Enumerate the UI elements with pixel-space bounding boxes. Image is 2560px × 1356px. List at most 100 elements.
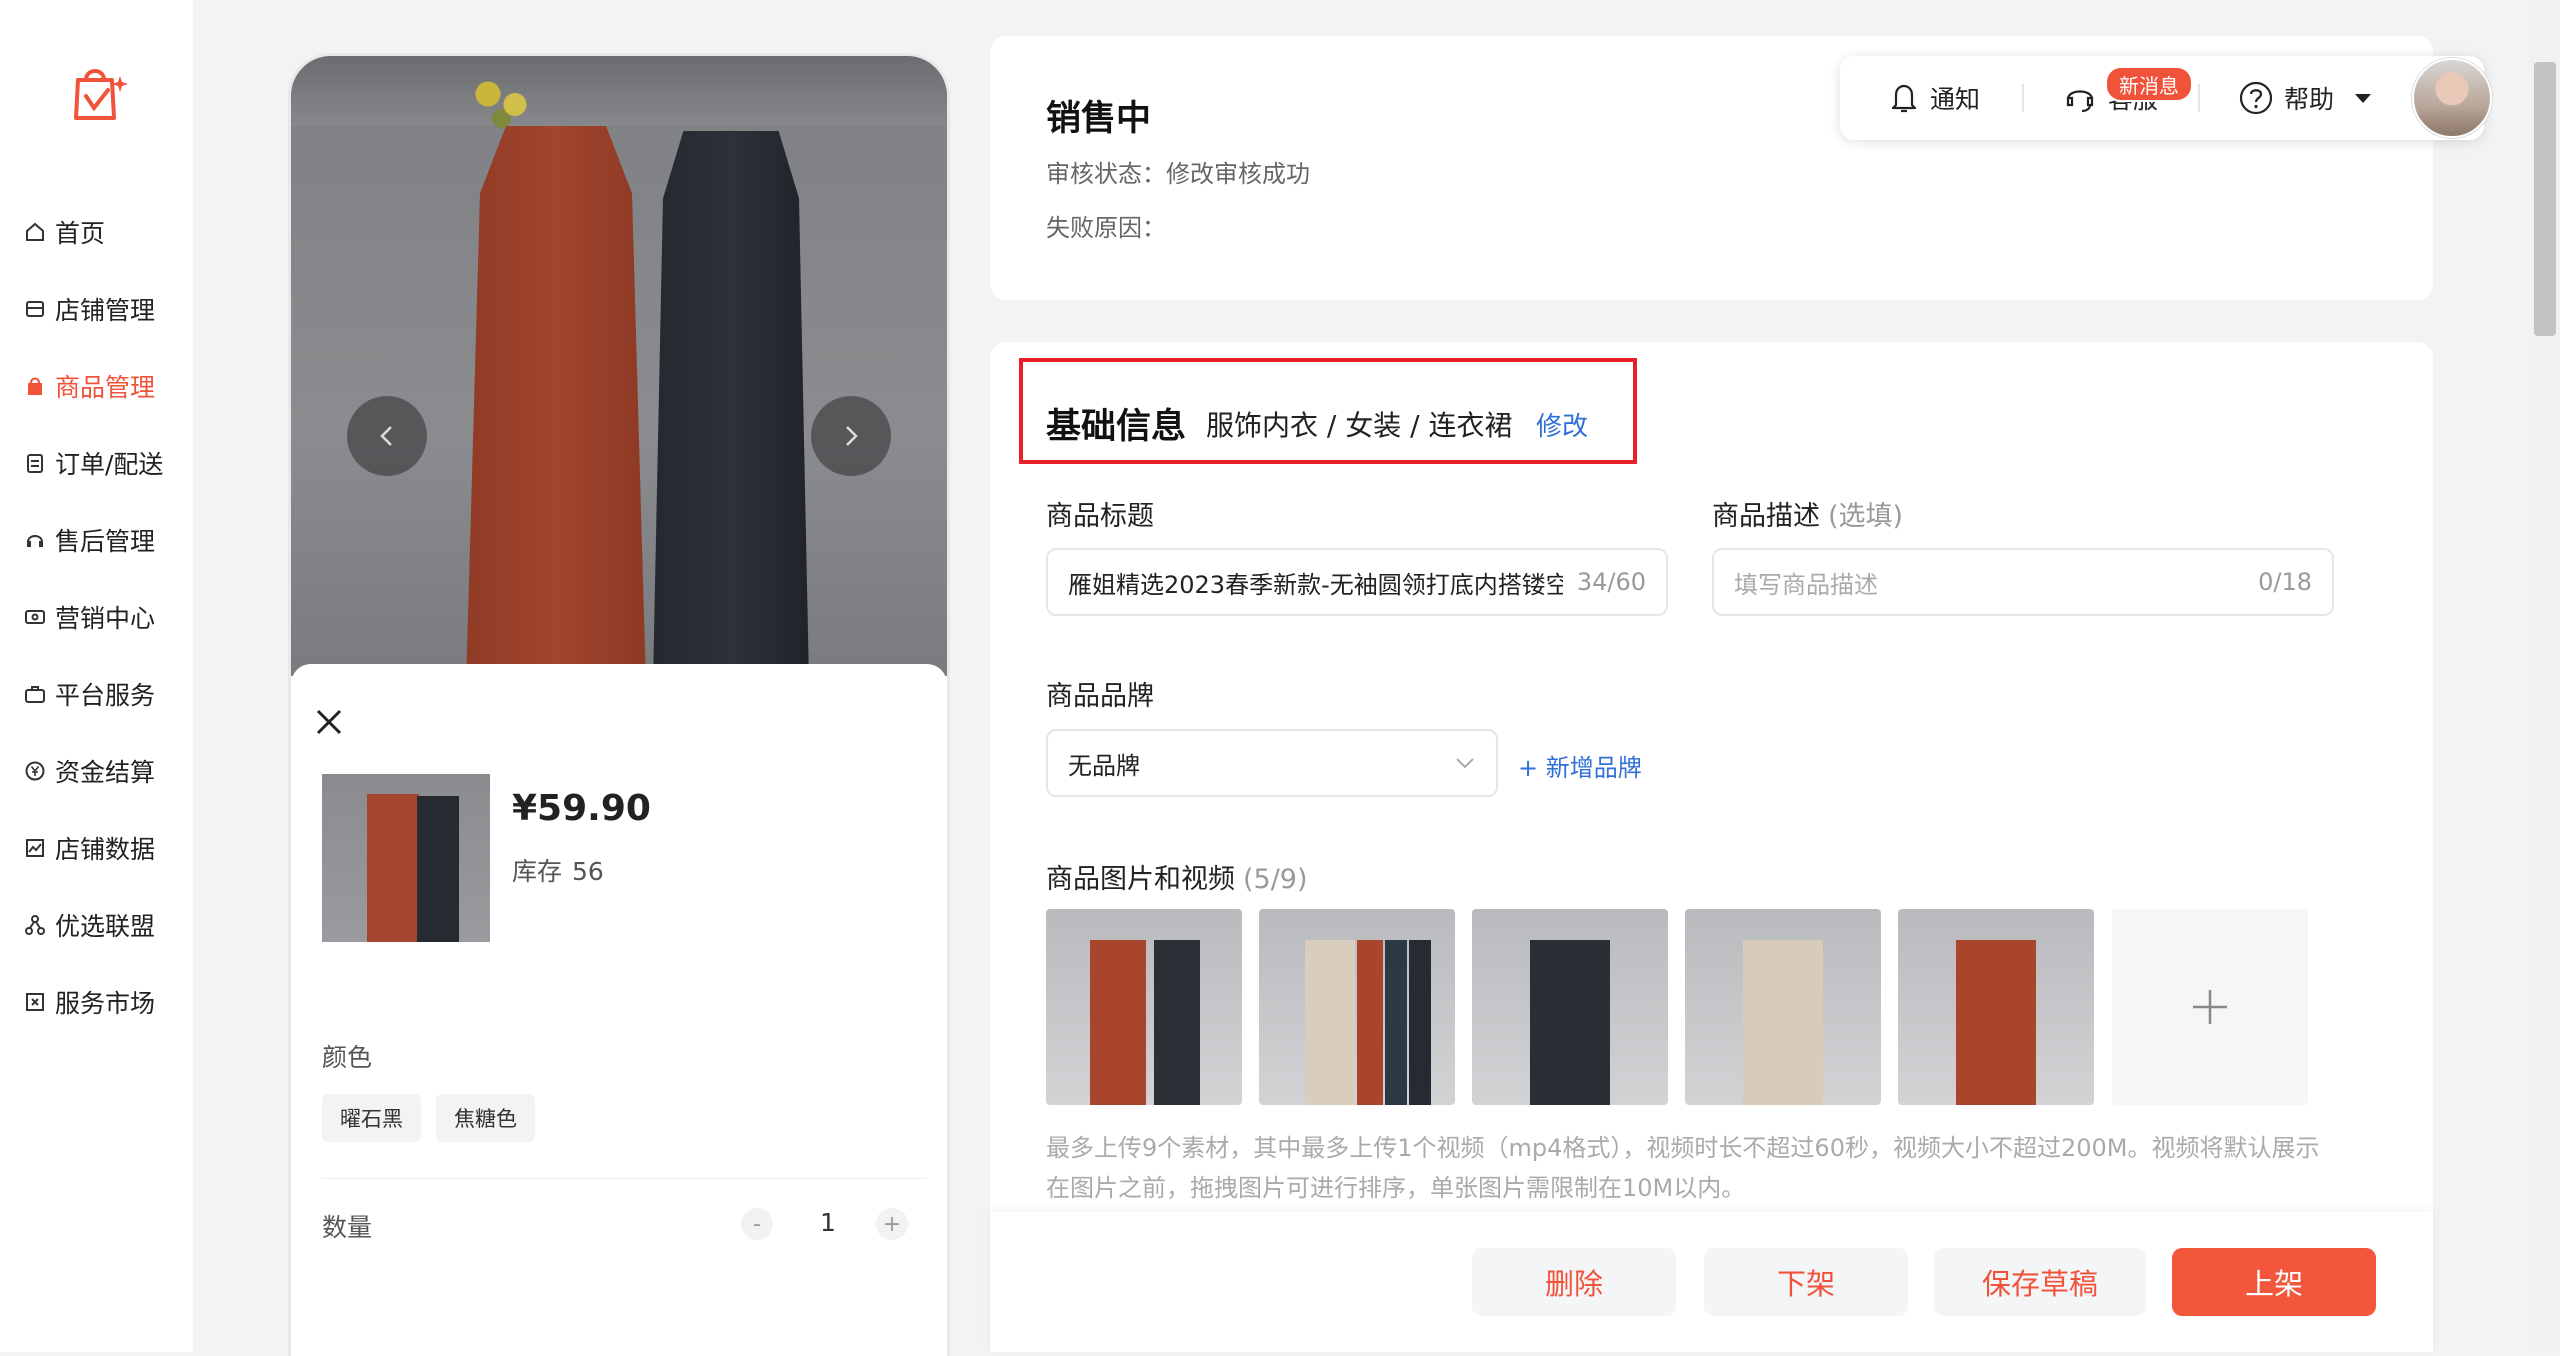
help-button[interactable]: 帮助 [2238, 56, 2384, 140]
unlist-button[interactable]: 下架 [1704, 1248, 1908, 1316]
product-photo-1[interactable] [1046, 909, 1242, 1105]
sidebar-item-label: 优选联盟 [55, 911, 156, 941]
notify-label: 通知 [1930, 85, 1981, 114]
sidebar-item-aftersale[interactable]: 售后管理 [0, 501, 193, 578]
sidebar-item-market[interactable]: 服务市场 [0, 963, 193, 1040]
sidebar-item-alliance[interactable]: 优选联盟 [0, 886, 193, 963]
sidebar-item-marketing[interactable]: 营销中心 [0, 578, 193, 655]
quantity-minus-button[interactable]: - [741, 1208, 773, 1240]
sku-stock: 库存 56 [512, 852, 604, 888]
sidebar-nav: 首页 店铺管理 商品管理 订单/配送 售后管理 营销中心 平台服务 资金结算 店… [0, 193, 193, 1040]
coupon-icon [24, 606, 46, 628]
edit-category-link[interactable]: 修改 [1536, 406, 1588, 443]
media-upload-hint: 最多上传9个素材，其中最多上传1个视频（mp4格式），视频时长不超过60秒，视频… [1046, 1134, 2320, 1202]
product-title-value: 雁姐精选2023春季新款-无袖圆领打底内搭镂空 [1068, 570, 1563, 599]
notify-button[interactable]: 通知 [1888, 56, 1980, 140]
mobile-preview: ¥59.90 库存 56 颜色 曜石黑 焦糖色 数量 - 1 + [291, 56, 947, 1356]
section-title: 基础信息 [1046, 407, 1187, 447]
plus-icon [2193, 990, 2227, 1024]
help-icon [2239, 81, 2273, 115]
store-icon [24, 298, 46, 320]
headset-icon [24, 529, 46, 551]
product-photo-5[interactable] [1898, 909, 2094, 1105]
chevron-right-icon [846, 426, 858, 446]
chevron-down-icon [1456, 758, 1474, 769]
sidebar-item-label: 平台服务 [55, 680, 156, 710]
sku-sheet: ¥59.90 库存 56 颜色 曜石黑 焦糖色 数量 - 1 + [291, 664, 947, 1356]
sidebar-item-home[interactable]: 首页 [0, 193, 193, 270]
home-icon [24, 221, 46, 243]
headset-icon [2066, 90, 2094, 113]
brand-value: 无品牌 [1068, 751, 1140, 780]
description-input[interactable]: 填写商品描述 0/18 [1712, 548, 2334, 616]
bag-icon [24, 375, 46, 397]
scrollbar-thumb[interactable] [2534, 62, 2556, 336]
sidebar-item-products[interactable]: 商品管理 [0, 347, 193, 424]
sidebar-item-label: 店铺数据 [55, 834, 156, 864]
product-photo-3[interactable] [1472, 909, 1668, 1105]
order-icon [24, 452, 46, 474]
brand-select[interactable]: 无品牌 [1046, 729, 1498, 797]
media-count: (5/9) [1243, 864, 1308, 895]
description-label: 商品描述 (选填) [1712, 501, 1904, 532]
save-draft-button[interactable]: 保存草稿 [1934, 1248, 2146, 1316]
brand-label: 商品品牌 [1046, 681, 1154, 712]
category-breadcrumb: 服饰内衣 / 女装 / 连衣裙 [1206, 409, 1513, 442]
flower-decoration [461, 66, 551, 136]
sidebar: 首页 店铺管理 商品管理 订单/配送 售后管理 营销中心 平台服务 资金结算 店… [0, 0, 193, 1352]
product-title-label: 商品标题 [1046, 501, 1154, 532]
bell-icon [1891, 84, 1917, 113]
next-image-button[interactable] [811, 396, 891, 476]
sidebar-item-orders[interactable]: 订单/配送 [0, 424, 193, 501]
product-photo-2[interactable] [1259, 909, 1455, 1105]
red-dress-image [466, 126, 646, 686]
sidebar-item-label: 订单/配送 [55, 449, 164, 479]
chart-icon [24, 837, 46, 859]
help-label: 帮助 [2284, 85, 2335, 114]
market-icon [24, 991, 46, 1013]
sku-thumbnail [322, 774, 490, 942]
description-count: 0/18 [2258, 568, 2312, 596]
product-main-image [291, 56, 947, 691]
delete-button[interactable]: 删除 [1472, 1248, 1676, 1316]
optional-hint: (选填) [1828, 501, 1904, 532]
sidebar-item-label: 店铺管理 [55, 295, 156, 325]
briefcase-icon [24, 683, 46, 705]
audit-status: 审核状态：修改审核成功 [1046, 160, 1310, 188]
sidebar-item-label: 商品管理 [55, 372, 156, 402]
sidebar-item-settlement[interactable]: 资金结算 [0, 732, 193, 809]
product-photo-4[interactable] [1685, 909, 1881, 1105]
sidebar-item-label: 售后管理 [55, 526, 156, 556]
quantity-label: 数量 [322, 1213, 373, 1242]
close-icon[interactable] [313, 706, 345, 738]
quantity-plus-button[interactable]: + [876, 1208, 908, 1240]
sidebar-item-data[interactable]: 店铺数据 [0, 809, 193, 886]
list-button[interactable]: 上架 [2172, 1248, 2376, 1316]
sidebar-item-label: 营销中心 [55, 603, 156, 633]
media-label: 商品图片和视频 (5/9) [1046, 864, 1308, 895]
color-chip-black[interactable]: 曜石黑 [322, 1094, 421, 1142]
sku-price: ¥59.90 [512, 788, 651, 829]
description-placeholder: 填写商品描述 [1734, 570, 1878, 599]
chevron-left-icon [380, 426, 392, 446]
product-title-input[interactable]: 雁姐精选2023春季新款-无袖圆领打底内搭镂空 34/60 [1046, 548, 1668, 616]
add-photo-button[interactable] [2112, 909, 2308, 1105]
yen-icon [24, 760, 46, 782]
sidebar-item-label: 资金结算 [55, 757, 156, 787]
sidebar-item-platform[interactable]: 平台服务 [0, 655, 193, 732]
prev-image-button[interactable] [347, 396, 427, 476]
stock-value: 56 [572, 857, 604, 886]
product-title-count: 34/60 [1576, 568, 1646, 596]
sidebar-item-store[interactable]: 店铺管理 [0, 270, 193, 347]
network-icon [24, 914, 46, 936]
sidebar-item-label: 服务市场 [55, 988, 156, 1018]
avatar[interactable] [2412, 58, 2492, 138]
divider [322, 1178, 926, 1179]
status-title: 销售中 [1046, 99, 1152, 139]
shop-logo-icon[interactable] [68, 60, 132, 124]
navy-dress-image [652, 131, 810, 691]
add-brand-link[interactable]: + 新增品牌 [1518, 748, 1642, 783]
color-chip-caramel[interactable]: 焦糖色 [436, 1094, 535, 1142]
fail-reason: 失败原因： [1046, 214, 1166, 242]
caret-down-icon [2355, 94, 2372, 103]
